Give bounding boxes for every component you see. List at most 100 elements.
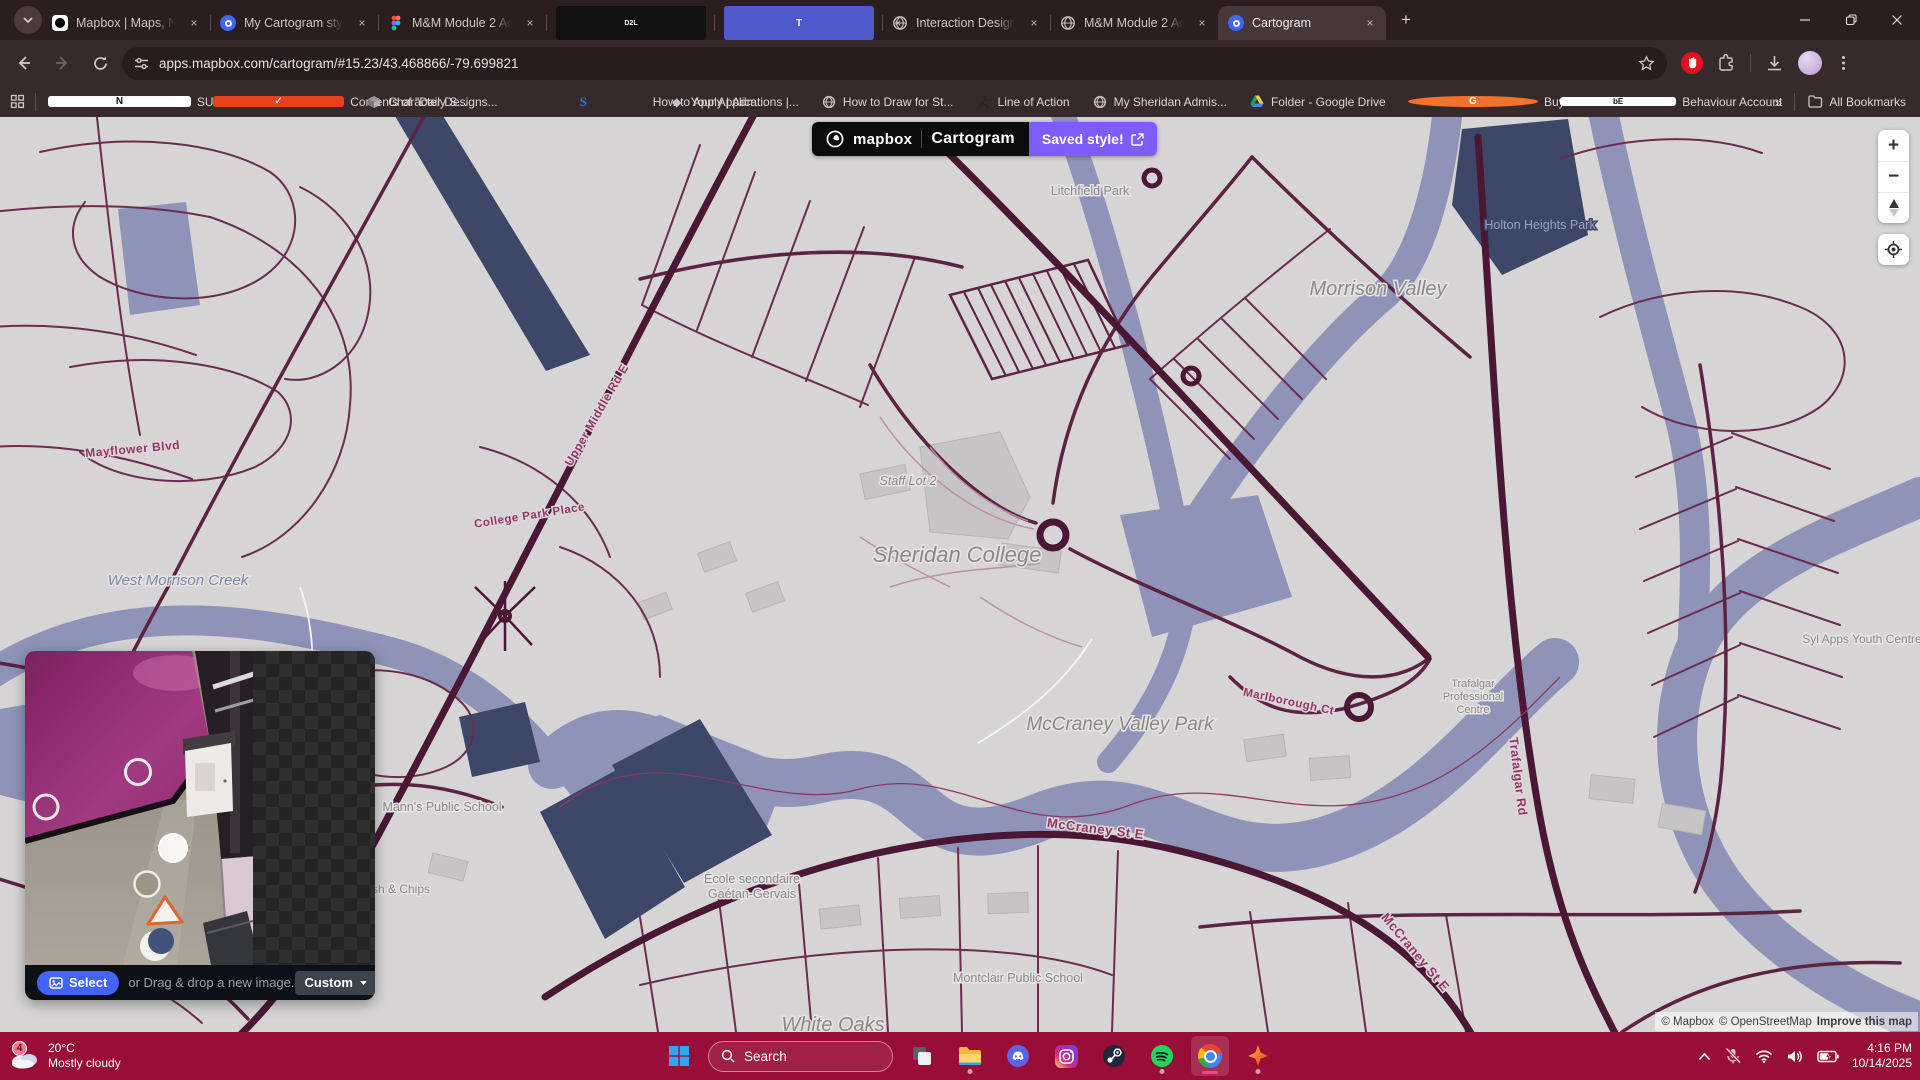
bookmark-google-drive[interactable]: Folder - Google Drive	[1249, 94, 1386, 110]
tab-close-icon[interactable]: ×	[1194, 15, 1210, 31]
bookmark-my-sheridan[interactable]: My Sheridan Admis...	[1092, 94, 1227, 110]
new-tab-button[interactable]: +	[1392, 6, 1420, 34]
battery-charging-icon[interactable]	[1817, 1050, 1839, 1063]
red-wing-icon: ✓	[213, 96, 344, 107]
start-button[interactable]	[660, 1036, 698, 1076]
tab-close-icon[interactable]: ×	[1026, 15, 1042, 31]
place-label: Centre	[1456, 704, 1489, 716]
profile-avatar[interactable]	[1798, 51, 1822, 75]
site-info-icon[interactable]	[134, 56, 149, 71]
geolocate-button[interactable]	[1878, 234, 1909, 265]
compass-button[interactable]	[1878, 192, 1909, 223]
place-label: Litchfield Park	[1051, 184, 1130, 198]
tab-close-icon[interactable]: ×	[186, 15, 202, 31]
temperature: 20°C	[48, 1041, 121, 1056]
reload-button[interactable]	[86, 49, 114, 77]
bookmark-your-applications[interactable]: ◆ Your Applications |...	[669, 94, 799, 110]
microphone-muted-icon[interactable]	[1724, 1047, 1742, 1065]
chevron-down-icon	[22, 14, 34, 26]
bookmark-line-of-action[interactable]: Line of Action	[976, 94, 1070, 110]
tab-cartogram-style[interactable]: My Cartogram style | Map ×	[210, 6, 378, 40]
tab-close-icon[interactable]: ×	[522, 15, 538, 31]
bookmark-character-designs[interactable]: Character Designs...	[366, 94, 497, 110]
tab-title: Mapbox | Maps, Navigation	[76, 16, 178, 30]
sparkle-app-button[interactable]	[1239, 1036, 1277, 1076]
bookmark-label: All Bookmarks	[1829, 95, 1906, 109]
volume-icon[interactable]	[1786, 1049, 1804, 1064]
bookmark-suki[interactable]: NSUKI'S DISASTROUS...	[48, 95, 191, 109]
bookmark-star-icon[interactable]	[1638, 55, 1655, 72]
wifi-icon[interactable]	[1755, 1049, 1773, 1063]
restore-button[interactable]	[1828, 0, 1874, 40]
taskbar-center: Search	[660, 1032, 1277, 1080]
improve-map-link[interactable]: Improve this map	[1817, 1016, 1912, 1028]
tab-d2l-assignments[interactable]: D2L Assignments - DESN2742 ×	[546, 6, 714, 40]
globe-icon	[1092, 94, 1108, 110]
zoom-in-button[interactable]: +	[1878, 130, 1909, 161]
apps-grid-icon[interactable]	[10, 94, 25, 109]
discord-button[interactable]	[999, 1036, 1037, 1076]
mapbox-attribution-link[interactable]: © Mapbox	[1661, 1016, 1714, 1028]
tab-close-icon[interactable]: ×	[354, 15, 370, 31]
spotify-button[interactable]	[1143, 1036, 1181, 1076]
cartogram-header: mapbox Cartogram Saved style!	[812, 122, 1157, 156]
zoom-out-button[interactable]: −	[1878, 161, 1909, 192]
bookmark-how-to-draw[interactable]: How to Draw for St...	[821, 94, 954, 110]
weather-condition: Mostly cloudy	[48, 1056, 121, 1071]
extensions-puzzle-icon[interactable]	[1717, 54, 1736, 73]
place-label: Professional	[1443, 691, 1504, 703]
tab-search-button[interactable]	[14, 6, 42, 34]
mapbox-wordmark: mapbox	[853, 131, 912, 148]
globe-favicon	[1060, 15, 1076, 31]
search-icon	[721, 1049, 735, 1063]
back-button[interactable]	[10, 49, 38, 77]
bookmark-label: Character Designs...	[388, 95, 497, 109]
minimize-button[interactable]	[1782, 0, 1828, 40]
kebab-menu-icon[interactable]	[1836, 55, 1851, 71]
date-text: 10/14/2025	[1852, 1056, 1912, 1071]
all-bookmarks-button[interactable]: All Bookmarks	[1807, 94, 1906, 110]
bookmark-how-to-apply[interactable]: SHow to Apply | Adm...	[520, 94, 647, 110]
uploaded-photo	[25, 651, 253, 965]
instagram-button[interactable]	[1047, 1036, 1085, 1076]
tab-figma-module[interactable]: M&M Module 2 Activity 1 ×	[378, 6, 546, 40]
chrome-button[interactable]	[1191, 1036, 1229, 1076]
hidden-icons-chevron[interactable]	[1698, 1052, 1711, 1061]
adblock-extension-icon[interactable]	[1681, 52, 1703, 74]
image-sample-panel: Select or Drag & drop a new image. Custo…	[25, 651, 375, 1000]
place-label: École secondaire	[704, 871, 800, 886]
tab-interaction-design[interactable]: Interaction Design Week ×	[882, 6, 1050, 40]
palette-preset-dropdown[interactable]: Custom	[295, 971, 375, 995]
windows-taskbar: 4 20°C Mostly cloudy Search	[0, 1032, 1920, 1080]
map-canvas[interactable]: Litchfield Park Morrison Valley Holton H…	[0, 117, 1920, 1032]
taskbar-search-box[interactable]: Search	[708, 1041, 893, 1072]
downloads-icon[interactable]	[1765, 54, 1784, 73]
tab-close-icon[interactable]: ×	[1362, 15, 1378, 31]
address-bar[interactable]: apps.mapbox.com/cartogram/#15.23/43.4688…	[122, 47, 1667, 80]
weather-widget[interactable]: 4 20°C Mostly cloudy	[10, 1041, 121, 1071]
bookmark-behaviour[interactable]: bEBehaviour Account	[1560, 95, 1676, 109]
close-window-button[interactable]	[1874, 0, 1920, 40]
spotify-icon	[1150, 1044, 1174, 1068]
tab-mm-module[interactable]: M&M Module 2 Activity 1 ×	[1050, 6, 1218, 40]
tab-mapbox-home[interactable]: Mapbox | Maps, Navigation ×	[42, 6, 210, 40]
tab-teams[interactable]: T Teams and Channels | Gen ×	[714, 6, 882, 40]
bookmarks-overflow-button[interactable]: »	[1775, 94, 1783, 110]
osm-attribution-link[interactable]: © OpenStreetMap	[1719, 1016, 1812, 1028]
taskbar-clock[interactable]: 4:16 PM 10/14/2025	[1852, 1041, 1912, 1071]
gem-icon: ◆	[669, 94, 685, 110]
bookmark-label: Your Applications |...	[691, 95, 799, 109]
bookmark-buy-sell[interactable]: GBuy & Sell Online: P...	[1408, 95, 1538, 109]
bookmark-label: How to Draw for St...	[843, 95, 954, 109]
file-explorer-button[interactable]	[951, 1036, 989, 1076]
be-icon: bE	[1560, 97, 1676, 106]
select-image-button[interactable]: Select	[37, 971, 119, 995]
tab-cartogram-active[interactable]: Cartogram ×	[1218, 6, 1386, 40]
task-view-button[interactable]	[903, 1036, 941, 1076]
saved-style-button[interactable]: Saved style!	[1029, 122, 1157, 156]
forward-button[interactable]	[48, 49, 76, 77]
steam-button[interactable]	[1095, 1036, 1133, 1076]
bookmark-daily-s[interactable]: ✓Contents of "Daily S...	[213, 95, 344, 109]
file-explorer-icon	[958, 1046, 982, 1066]
weather-alert-badge: 4	[12, 1041, 27, 1056]
